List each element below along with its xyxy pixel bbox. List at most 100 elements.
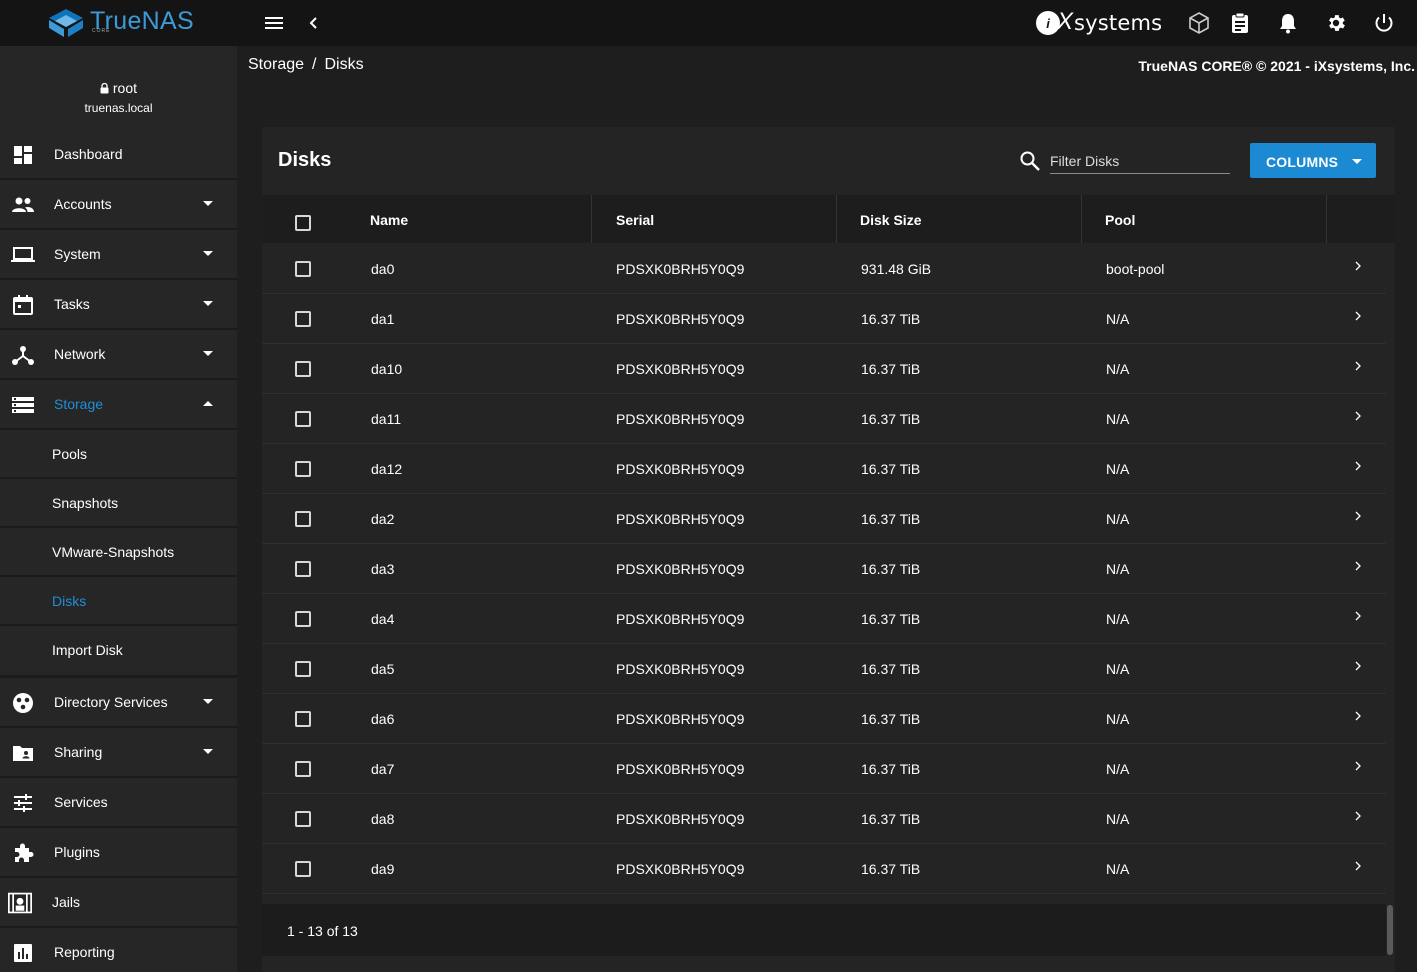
column-header-disk-size[interactable]: Disk Size (860, 195, 921, 243)
sidebar-item-network[interactable]: Network (0, 330, 237, 380)
row-checkbox[interactable] (295, 811, 311, 827)
column-header-pool[interactable]: Pool (1105, 195, 1135, 243)
task-manager-button[interactable] (1228, 11, 1252, 35)
breadcrumb-separator: / (312, 56, 317, 73)
filter-disks-input[interactable] (1050, 148, 1230, 174)
table-row[interactable]: da9 PDSXK0BRH5Y0Q9 16.37 TiB N/A (262, 844, 1386, 894)
cell-pool: N/A (1106, 761, 1130, 777)
select-all-checkbox[interactable] (295, 215, 311, 231)
logo-subtitle: CORE (92, 28, 111, 34)
menu-toggle-button[interactable] (262, 11, 286, 35)
caret-down-icon (203, 201, 213, 206)
expand-row-chevron-icon[interactable] (1354, 311, 1362, 321)
table-row[interactable]: da12 PDSXK0BRH5Y0Q9 16.37 TiB N/A (262, 444, 1386, 494)
expand-row-chevron-icon[interactable] (1354, 661, 1362, 671)
cell-disk-size: 16.37 TiB (861, 711, 921, 727)
sidebar-subitem-snapshots[interactable]: Snapshots (0, 479, 237, 528)
expand-row-chevron-icon[interactable] (1354, 711, 1362, 721)
expand-row-chevron-icon[interactable] (1354, 411, 1362, 421)
scrollbar-thumb[interactable] (1387, 905, 1393, 955)
top-bar: TrueNAS CORE i X systems (0, 0, 1417, 46)
caret-down-icon (203, 699, 213, 704)
sidebar-item-directory-services[interactable]: Directory Services (0, 678, 237, 728)
sidebar-item-dashboard[interactable]: Dashboard (0, 130, 237, 180)
sidebar-subitem-label: Snapshots (52, 495, 119, 511)
cell-name: da8 (371, 811, 395, 827)
expand-row-chevron-icon[interactable] (1354, 761, 1362, 771)
expand-row-chevron-icon[interactable] (1354, 611, 1362, 621)
columns-button[interactable]: COLUMNS (1250, 143, 1376, 178)
table-row[interactable]: da1 PDSXK0BRH5Y0Q9 16.37 TiB N/A (262, 294, 1386, 344)
expand-row-chevron-icon[interactable] (1354, 811, 1362, 821)
row-checkbox[interactable] (295, 561, 311, 577)
row-checkbox[interactable] (295, 761, 311, 777)
truenas-logo[interactable]: TrueNAS (48, 6, 194, 40)
cell-pool: N/A (1106, 461, 1130, 477)
table-row[interactable]: da11 PDSXK0BRH5Y0Q9 16.37 TiB N/A (262, 394, 1386, 444)
table-row[interactable]: da7 PDSXK0BRH5Y0Q9 16.37 TiB N/A (262, 744, 1386, 794)
row-checkbox[interactable] (295, 861, 311, 877)
alerts-button[interactable] (1276, 11, 1300, 35)
sidebar-item-tasks[interactable]: Tasks (0, 280, 237, 330)
table-row[interactable]: da10 PDSXK0BRH5Y0Q9 16.37 TiB N/A (262, 344, 1386, 394)
expand-row-chevron-icon[interactable] (1354, 511, 1362, 521)
sidebar-item-jails[interactable]: Jails (0, 878, 237, 928)
cell-pool: N/A (1106, 511, 1130, 527)
sidebar-item-services[interactable]: Services (0, 778, 237, 828)
jail-icon (8, 891, 32, 915)
row-checkbox[interactable] (295, 511, 311, 527)
sidebar-item-storage[interactable]: Storage (0, 380, 237, 430)
sidebar-subitem-label: Disks (52, 593, 87, 609)
row-checkbox[interactable] (295, 461, 311, 477)
expand-row-chevron-icon[interactable] (1354, 561, 1362, 571)
row-checkbox[interactable] (295, 611, 311, 627)
row-checkbox[interactable] (295, 711, 311, 727)
collapse-sidebar-button[interactable] (302, 11, 326, 35)
pagination-text: 1 - 13 of 13 (287, 923, 358, 939)
expand-row-chevron-icon[interactable] (1354, 261, 1362, 271)
clipboard-icon (1232, 12, 1248, 33)
sidebar-item-reporting[interactable]: Reporting (0, 928, 237, 972)
breadcrumb-parent[interactable]: Storage (248, 56, 304, 73)
sidebar-subitem-import-disk[interactable]: Import Disk (0, 626, 237, 678)
cell-disk-size: 16.37 TiB (861, 611, 921, 627)
ixsystems-logo[interactable]: i X systems (1036, 8, 1162, 38)
sidebar-item-sharing[interactable]: Sharing (0, 728, 237, 778)
cell-disk-size: 16.37 TiB (861, 461, 921, 477)
sidebar-subitem-label: VMware-Snapshots (52, 544, 175, 560)
directory-services-icon (11, 691, 35, 715)
table-row[interactable]: da2 PDSXK0BRH5Y0Q9 16.37 TiB N/A (262, 494, 1386, 544)
settings-button[interactable] (1324, 11, 1348, 35)
page-title: Disks (278, 149, 332, 171)
truecommand-button[interactable] (1187, 11, 1211, 35)
row-checkbox[interactable] (295, 311, 311, 327)
table-row[interactable]: da8 PDSXK0BRH5Y0Q9 16.37 TiB N/A (262, 794, 1386, 844)
table-row[interactable]: da6 PDSXK0BRH5Y0Q9 16.37 TiB N/A (262, 694, 1386, 744)
sidebar-item-system[interactable]: System (0, 230, 237, 280)
caret-up-icon (203, 401, 213, 406)
ix-x: X (1057, 8, 1074, 35)
sidebar-subitem-label: Import Disk (52, 642, 123, 658)
expand-row-chevron-icon[interactable] (1354, 861, 1362, 871)
sidebar-item-accounts[interactable]: Accounts (0, 180, 237, 230)
sidebar-item-plugins[interactable]: Plugins (0, 828, 237, 878)
row-checkbox[interactable] (295, 361, 311, 377)
sidebar-subitem-vmware-snapshots[interactable]: VMware-Snapshots (0, 528, 237, 577)
sidebar-subitem-pools[interactable]: Pools (0, 430, 237, 479)
table-row[interactable]: da4 PDSXK0BRH5Y0Q9 16.37 TiB N/A (262, 594, 1386, 644)
row-checkbox[interactable] (295, 411, 311, 427)
breadcrumb-bar: Storage / Disks TrueNAS CORE® © 2021 - iXs… (237, 46, 1417, 86)
table-row[interactable]: da3 PDSXK0BRH5Y0Q9 16.37 TiB N/A (262, 544, 1386, 594)
column-header-name[interactable]: Name (370, 195, 408, 243)
username: root (112, 80, 137, 96)
row-checkbox[interactable] (295, 661, 311, 677)
expand-row-chevron-icon[interactable] (1354, 461, 1362, 471)
expand-row-chevron-icon[interactable] (1354, 361, 1362, 371)
power-button[interactable] (1372, 11, 1396, 35)
table-row[interactable]: da0 PDSXK0BRH5Y0Q9 931.48 GiB boot-pool (262, 244, 1386, 294)
column-header-serial[interactable]: Serial (616, 195, 654, 243)
table-row[interactable]: da5 PDSXK0BRH5Y0Q9 16.37 TiB N/A (262, 644, 1386, 694)
sidebar-subitem-disks[interactable]: Disks (0, 577, 237, 626)
cell-serial: PDSXK0BRH5Y0Q9 (616, 261, 745, 277)
row-checkbox[interactable] (295, 261, 311, 277)
